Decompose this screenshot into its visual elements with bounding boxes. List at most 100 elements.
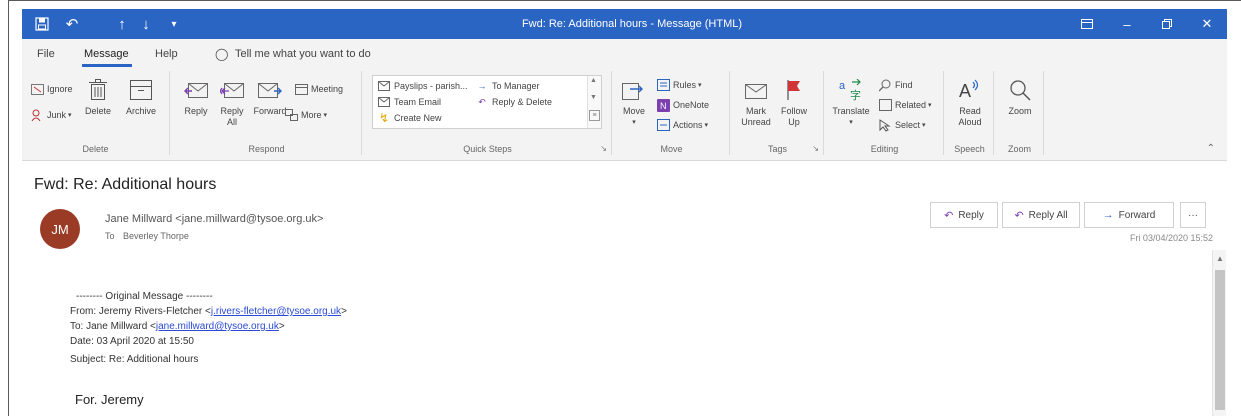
reply-action-button[interactable]: ↶ Reply [930,202,998,228]
ribbon-display-options-icon[interactable] [1067,9,1107,39]
recipient-name[interactable]: Beverley Thorpe [123,231,189,241]
junk-label: Junk [47,110,67,120]
avatar[interactable]: JM [40,209,80,249]
to-email-link[interactable]: jane.millward@tysoe.org.uk [156,321,279,332]
to-prefix: To [105,231,115,241]
quick-step-to-manager[interactable]: → To Manager [475,78,540,94]
quick-steps-launcher-icon[interactable]: ↘ [600,144,607,153]
actions-button[interactable]: Actions ▾ [656,117,708,133]
mark-unread-label-1: Mark [746,106,766,116]
received-date: Fri 03/04/2020 15:52 [1129,233,1213,243]
ribbon-group-respond: Reply Reply All Forward Meeting More ▾ R… [172,71,362,155]
scrollbar-thumb[interactable] [1215,270,1225,410]
team-email-icon [377,95,391,109]
actions-icon [656,118,670,132]
related-dropdown-icon: ▾ [928,102,932,109]
read-aloud-label-2: Aloud [958,117,982,127]
rules-button[interactable]: Rules ▾ [656,77,702,93]
group-label-speech: Speech [954,144,985,154]
delete-label: Delete [84,106,111,116]
scroll-up-icon[interactable]: ▲ [1213,250,1227,266]
reply-delete-icon: ↶ [478,96,486,107]
forward-envelope-icon [257,77,283,103]
move-label: Move [622,106,645,116]
quick-step-create-new[interactable]: ↯ Create New [377,110,442,126]
tags-launcher-icon[interactable]: ↘ [812,144,819,153]
tab-file[interactable]: File [37,39,55,69]
ribbon-group-move: Move ▾ Rules ▾ N OneNote Actions ▾ Move [614,71,730,155]
zoom-button[interactable]: Zoom [1000,77,1040,117]
junk-dropdown-icon: ▾ [68,112,72,119]
archive-button[interactable]: Archive [120,77,162,117]
svg-text:字: 字 [850,88,861,101]
from-email-link[interactable]: j.rivers-fletcher@tysoe.org.uk [211,306,341,317]
window-title: Fwd: Re: Additional hours - Message (HTM… [521,18,743,30]
recipient-line: To Beverley Thorpe [105,231,189,241]
more-actions-button[interactable]: ··· [1180,202,1206,228]
ignore-label: Ignore [47,84,73,94]
meeting-button[interactable]: Meeting [294,81,343,97]
quick-step-team-email[interactable]: Team Email [377,94,441,110]
reply-action-label: Reply [958,209,984,221]
move-button[interactable]: Move ▾ [618,77,650,128]
group-label-delete: Delete [82,144,109,154]
undo-icon[interactable]: ↶ [58,9,86,39]
rules-dropdown-icon: ▾ [698,82,702,89]
minimize-icon[interactable]: – [1107,9,1147,39]
archive-label: Archive [125,106,156,116]
related-icon [878,98,892,112]
quick-steps-down-icon[interactable]: ▼ [590,94,597,101]
tell-me-search[interactable]: Tell me what you want to do [235,39,371,69]
date-line: Date: 03 April 2020 at 15:50 [70,336,194,347]
more-actions-label: ··· [1188,209,1198,221]
restore-icon[interactable] [1147,9,1187,39]
quick-steps-expand-icon[interactable]: ≡ [589,110,600,121]
collapse-ribbon-icon[interactable]: ⌃ [1207,143,1215,154]
quick-steps-up-icon[interactable]: ▲ [590,77,597,84]
menu-bar: File Message Help ◯ Tell me what you wan… [22,39,1227,69]
ignore-button[interactable]: Ignore [30,81,73,97]
mark-unread-button[interactable]: Mark Unread [736,77,776,128]
next-item-icon[interactable]: ↓ [132,9,160,39]
magnifier-icon [1007,77,1033,103]
title-bar: ↶ ↑ ↓ ▾ Fwd: Re: Additional hours - Mess… [22,9,1227,39]
read-aloud-button[interactable]: A Read Aloud [950,77,990,128]
junk-button[interactable]: Junk ▾ [30,107,72,123]
related-button[interactable]: Related ▾ [878,97,932,113]
outlook-message-window: ↶ ↑ ↓ ▾ Fwd: Re: Additional hours - Mess… [0,0,1241,416]
save-icon[interactable] [28,9,56,39]
to-close: > [278,321,285,332]
group-label-respond: Respond [248,144,285,154]
tab-help[interactable]: Help [155,39,178,69]
follow-up-label-2: Up [788,117,800,127]
sender[interactable]: Jane Millward <jane.millward@tysoe.org.u… [105,213,323,225]
ribbon-group-editing: a字 Translate ▾ Find Related ▾ Select ▾ E… [826,71,944,155]
ribbon-group-tags: Mark Unread Follow Up Tags ↘ [732,71,824,155]
ribbon: Ignore Junk ▾ Delete Archive Delete Repl… [22,69,1227,161]
translate-button[interactable]: a字 Translate ▾ [828,77,874,128]
delete-button[interactable]: Delete [80,77,116,117]
reply-all-button[interactable]: Reply All [214,77,250,128]
archive-icon [128,77,154,103]
ignore-icon [30,82,44,96]
customize-toolbar-icon[interactable]: ▾ [160,9,188,39]
close-icon[interactable]: ✕ [1187,9,1227,39]
reply-all-action-button[interactable]: ↶ Reply All [1002,202,1080,228]
follow-up-label-1: Follow [780,106,807,116]
follow-up-button[interactable]: Follow Up [776,77,812,128]
svg-text:A: A [959,81,971,101]
to-label: To: Jane Millward < [70,321,156,332]
subject-line: Subject: Re: Additional hours [70,354,199,365]
forward-action-button[interactable]: → Forward [1084,202,1174,228]
related-label: Related [895,100,927,110]
find-button[interactable]: Find [878,77,913,93]
onenote-button[interactable]: N OneNote [656,97,709,113]
more-respond-button[interactable]: More ▾ [284,107,327,123]
quick-steps-scrollbar[interactable]: ▲ ▼ ≡ [587,76,601,128]
reply-button[interactable]: Reply [178,77,214,117]
quick-step-payslips[interactable]: Payslips - parish... [377,78,468,94]
select-button[interactable]: Select ▾ [878,117,926,133]
vertical-scrollbar[interactable]: ▲ [1212,250,1226,416]
mark-unread-label-2: Unread [741,117,771,127]
quick-step-reply-delete[interactable]: ↶ Reply & Delete [475,94,552,110]
